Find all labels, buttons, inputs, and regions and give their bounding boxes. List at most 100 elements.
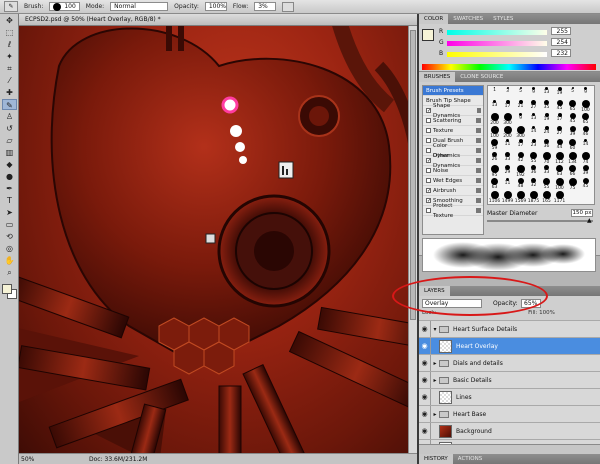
pen-tool-icon[interactable]: ✒ [2, 183, 17, 194]
checkbox[interactable]: ✓ [426, 108, 431, 114]
brush-preset[interactable]: 39 [566, 125, 579, 137]
brush-preset[interactable]: 17 [553, 112, 566, 124]
lock-icon[interactable] [476, 168, 481, 173]
tool-preset-picker[interactable]: ✎ [4, 1, 18, 12]
brush-preset[interactable]: 23 [527, 138, 540, 150]
gradient-tool-icon[interactable]: ▥ [2, 147, 17, 158]
brush-setting-item[interactable]: Texture [423, 126, 483, 136]
visibility-eye-icon[interactable]: ◉ [419, 320, 431, 338]
brush-preset[interactable]: 66 [566, 164, 579, 177]
brush-preset[interactable]: 5 [514, 86, 527, 98]
clone-stamp-tool-icon[interactable]: ♙ [2, 111, 17, 122]
tab-swatches[interactable]: SWATCHES [448, 14, 488, 24]
layer-row[interactable]: ◉ ▾ Heart Surface Details [419, 320, 600, 338]
brush-preset[interactable]: 1171 [553, 190, 566, 204]
brush-preset[interactable]: 14 [579, 138, 592, 150]
eraser-tool-icon[interactable]: ▱ [2, 135, 17, 146]
blur-tool-icon[interactable]: ◆ [2, 159, 17, 170]
brush-preset[interactable]: 46 [579, 125, 592, 137]
r-value[interactable]: 255 [551, 27, 571, 35]
expand-arrow-icon[interactable]: ▾ [431, 326, 439, 333]
brush-preset[interactable]: 100 [553, 177, 566, 191]
flow-field[interactable]: 3% [254, 2, 277, 11]
checkbox[interactable] [426, 208, 431, 213]
brush-preset[interactable]: 300 [501, 112, 514, 126]
brush-preset[interactable]: 27 [553, 125, 566, 137]
layer-row[interactable]: ◉ Lines [419, 388, 600, 406]
brush-preset[interactable]: 3 [501, 86, 514, 98]
master-diameter-slider[interactable]: ▲ [487, 217, 593, 224]
brush-preset[interactable]: 19 [553, 86, 566, 98]
brush-setting-item[interactable]: Brush Presets [423, 86, 483, 96]
checkbox[interactable] [426, 148, 431, 153]
brush-preset[interactable]: 70 [540, 151, 553, 165]
blend-mode-select[interactable]: Overlay [422, 298, 482, 308]
lock-icon[interactable] [476, 178, 481, 183]
checkbox[interactable]: ✓ [426, 158, 431, 164]
b-slider[interactable] [447, 52, 547, 57]
layer-row[interactable]: ◉ Heart Overlay [419, 337, 600, 355]
lock-icon[interactable] [476, 108, 481, 113]
brush-preset[interactable]: 24 [540, 125, 553, 137]
brush-setting-item[interactable]: Wet Edges [423, 176, 483, 186]
brush-preset[interactable]: 9 [579, 86, 592, 98]
checkbox[interactable] [426, 178, 431, 183]
marquee-tool-icon[interactable]: ⬚ [2, 27, 17, 38]
brush-preset[interactable]: 100 [579, 99, 592, 113]
opacity-field[interactable]: 100% [204, 2, 227, 11]
brush-setting-item[interactable]: ✓ Airbrush [423, 186, 483, 196]
3d-rotate-tool-icon[interactable]: ⟲ [2, 231, 17, 242]
brush-preset[interactable]: 300 [514, 125, 527, 139]
brush-preset[interactable]: 63 [488, 177, 501, 190]
brush-preset[interactable]: 45 [553, 99, 566, 111]
lock-icon[interactable] [476, 118, 481, 123]
zoom-tool-icon[interactable]: ⌕ [2, 267, 17, 278]
brush-preset[interactable]: 11 [501, 138, 514, 150]
brush-preset[interactable]: 17 [514, 138, 527, 150]
brush-preset[interactable]: 9 [527, 86, 540, 98]
tab-actions[interactable]: ACTIONS [453, 454, 487, 464]
foreground-color-swatch[interactable] [2, 284, 12, 294]
layer-row[interactable]: ◉ ▸ Dials and details [419, 354, 600, 372]
r-slider[interactable] [447, 30, 547, 35]
brush-preset[interactable]: 14 [527, 125, 540, 137]
brush-preset[interactable]: 1106 [488, 190, 501, 204]
brush-tool-icon[interactable]: ✎ [2, 99, 17, 110]
lock-icon[interactable] [476, 198, 481, 203]
brush-preset[interactable]: 1569 [514, 190, 527, 204]
layer-row[interactable]: ◉ Background [419, 422, 600, 440]
brush-preset[interactable]: 35 [540, 99, 553, 111]
fill-value[interactable]: 100% [539, 310, 555, 316]
expand-arrow-icon[interactable]: ▸ [431, 360, 439, 367]
checkbox[interactable] [426, 138, 431, 143]
brush-preset[interactable]: 1875 [527, 190, 540, 204]
healing-tool-icon[interactable]: ✚ [2, 87, 17, 98]
tab-brushes[interactable]: BRUSHES [419, 72, 456, 82]
brush-preset[interactable]: 65 [566, 99, 579, 112]
visibility-eye-icon[interactable]: ◉ [419, 354, 431, 372]
brush-preset[interactable]: 45 [566, 112, 579, 124]
brush-preset[interactable]: 134 [566, 151, 579, 165]
tab-history[interactable]: HISTORY [419, 454, 453, 464]
lasso-tool-icon[interactable]: ℓ [2, 39, 17, 50]
layer-opacity-field[interactable]: 65% [520, 298, 541, 308]
canvas[interactable] [19, 26, 417, 453]
brush-preset[interactable]: 45 [579, 177, 592, 189]
layer-row[interactable]: ◉ ▸ Basic Details [419, 371, 600, 389]
history-brush-tool-icon[interactable]: ↺ [2, 123, 17, 134]
visibility-eye-icon[interactable]: ◉ [419, 337, 431, 355]
brush-preset[interactable]: 1499 [501, 190, 514, 204]
lock-icon[interactable] [476, 128, 481, 133]
slider-thumb-icon[interactable]: ▲ [587, 217, 592, 224]
g-value[interactable]: 254 [551, 38, 571, 46]
visibility-eye-icon[interactable]: ◉ [419, 422, 431, 440]
brush-preset[interactable]: 48 [514, 177, 527, 189]
brush-preset[interactable]: 65 [579, 112, 592, 125]
crop-tool-icon[interactable]: ⌗ [2, 63, 17, 74]
checkbox[interactable] [426, 128, 431, 133]
brush-preset[interactable]: 36 [540, 138, 553, 150]
g-slider[interactable] [447, 41, 547, 46]
brush-preset[interactable]: 36 [527, 164, 540, 176]
document-tab[interactable]: ECPSD2.psd @ 50% (Heart Overlay, RGB/8) … [19, 14, 417, 26]
brush-preset[interactable]: 33 [540, 164, 553, 176]
